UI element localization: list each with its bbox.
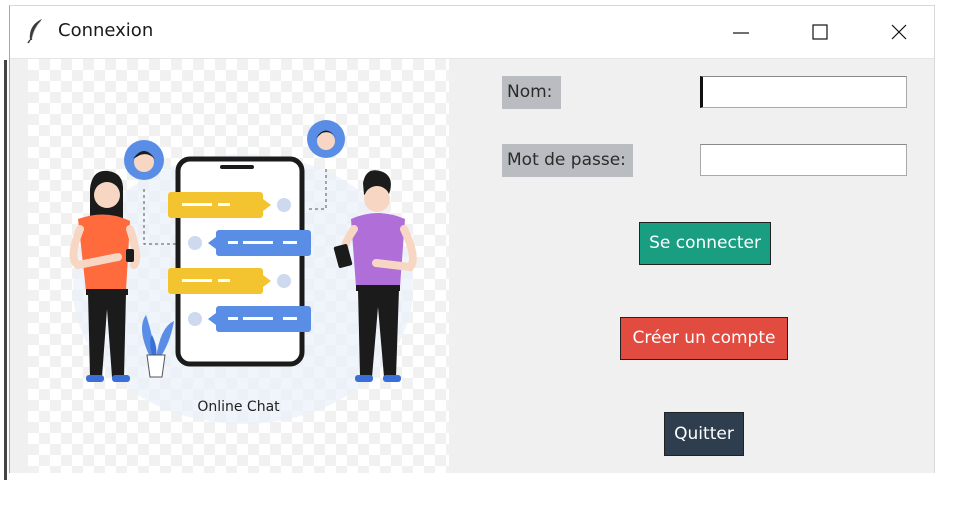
create-account-button[interactable]: Créer un compte [620,317,788,360]
title-bar[interactable]: Connexion [10,6,934,59]
close-button[interactable] [874,6,924,58]
window-title: Connexion [58,20,154,41]
login-button[interactable]: Se connecter [639,222,771,265]
maximize-button[interactable] [795,6,845,58]
name-label: Nom: [502,76,561,109]
online-chat-image: Online Chat [28,59,449,473]
maximize-icon [812,24,828,40]
name-input[interactable] [700,76,907,108]
password-label: Mot de passe: [502,144,633,177]
background-window-edge [4,60,7,480]
quit-button[interactable]: Quitter [664,412,744,456]
image-caption: Online Chat [197,399,280,415]
password-input[interactable] [700,144,907,176]
feather-icon [27,18,45,44]
minimize-button[interactable] [716,6,766,58]
login-window: Connexion Online Chat Nom: Mot de passe:… [9,5,935,473]
close-icon [891,24,907,40]
minimize-icon [733,32,749,34]
